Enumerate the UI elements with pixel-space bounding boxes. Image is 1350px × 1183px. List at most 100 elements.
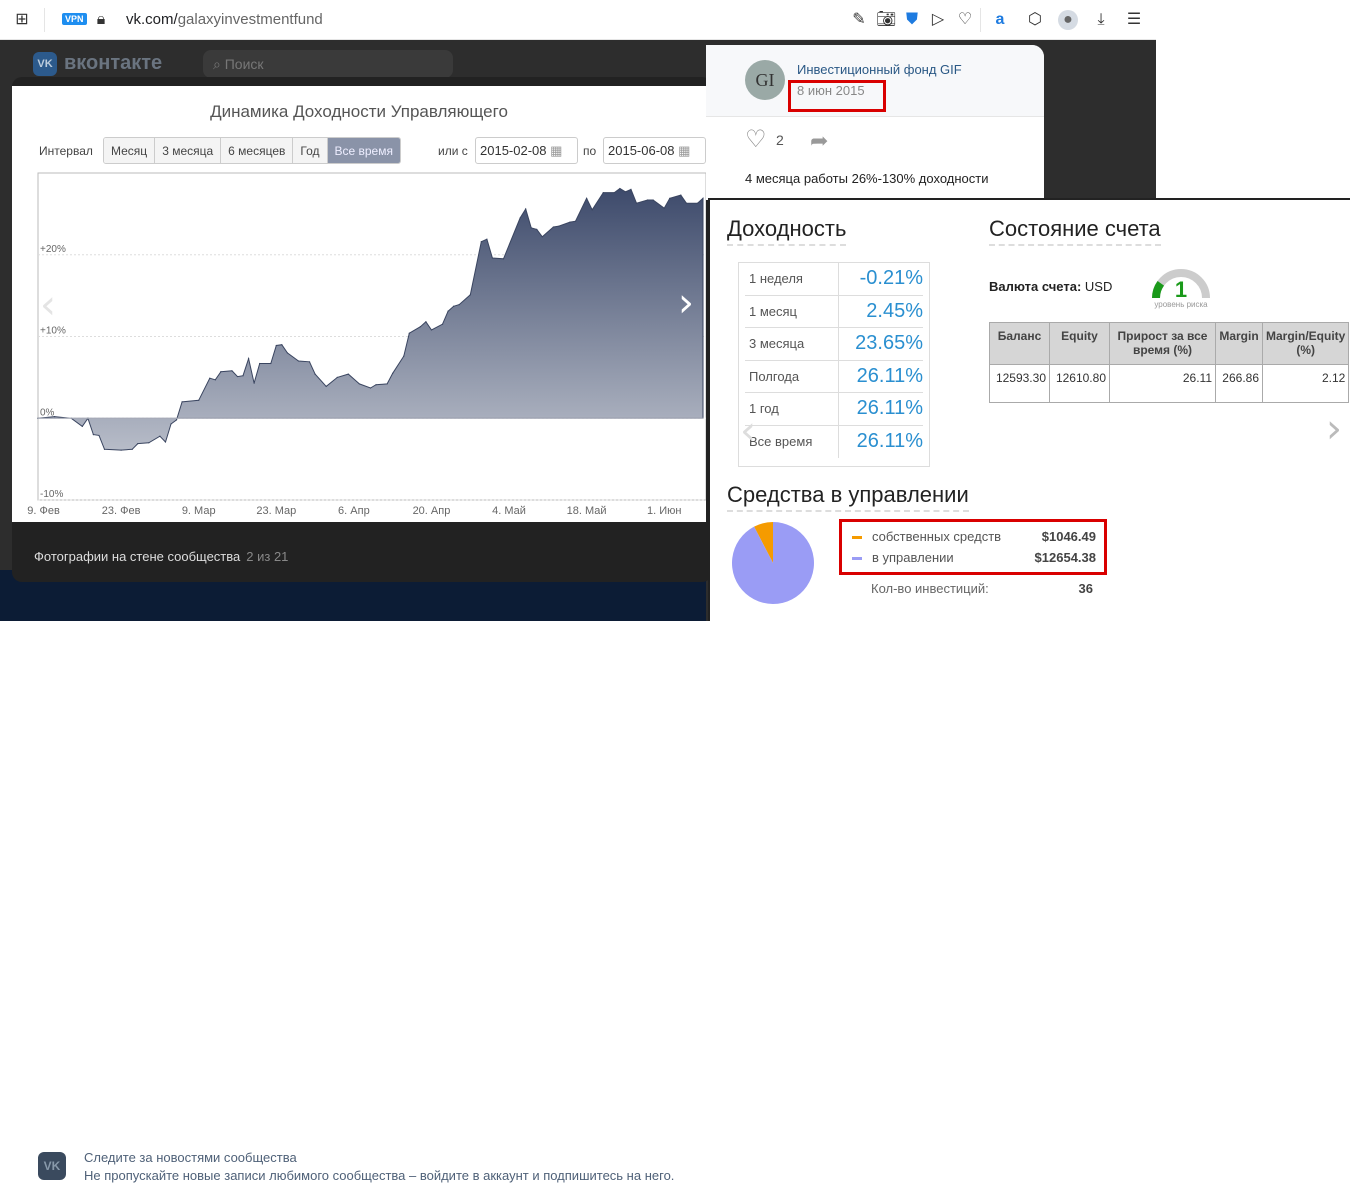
shield-check-icon[interactable]: ⛊	[902, 10, 922, 30]
data-point	[270, 362, 272, 365]
period-label: 1 месяц	[745, 295, 839, 327]
col-equity: Equity	[1049, 322, 1110, 365]
data-point	[164, 441, 167, 443]
y-tick-label: -10%	[40, 489, 63, 500]
data-point	[425, 321, 427, 323]
data-point	[574, 220, 577, 222]
period-label: 3 месяца	[745, 328, 839, 360]
returns-row: 1 месяц 2.45%	[745, 295, 923, 328]
highlight-box	[788, 80, 886, 112]
period-value: 26.11%	[856, 397, 923, 420]
share-arrow-icon[interactable]: ➦	[810, 128, 828, 154]
data-point	[120, 449, 122, 451]
data-point	[297, 360, 300, 362]
cube-icon[interactable]: ⬡	[1025, 10, 1045, 30]
data-point	[680, 194, 682, 196]
translate-icon[interactable]: a	[990, 10, 1010, 30]
currency-label: Валюта счета:	[989, 279, 1082, 294]
data-point	[702, 197, 704, 199]
investments-value: 36	[1078, 581, 1093, 596]
currency: Валюта счета: USD	[989, 279, 1112, 294]
lightbox-caption: Фотографии на стене сообщества 2 из 21	[34, 549, 288, 564]
data-point	[98, 434, 100, 437]
download-icon[interactable]: ⤓	[1091, 10, 1111, 30]
profile-avatar-icon[interactable]: ●	[1058, 10, 1078, 30]
legend-managed: в управлении $12654.38	[852, 550, 1096, 565]
data-point	[148, 442, 150, 444]
period-value: 2.45%	[866, 299, 923, 322]
like-count: 2	[776, 132, 784, 148]
data-point	[209, 377, 211, 379]
data-point	[519, 217, 521, 219]
data-point	[558, 225, 560, 227]
data-point	[308, 361, 311, 363]
x-tick-label: 1. Июн	[647, 505, 681, 517]
period-value: 26.11%	[856, 430, 923, 453]
data-point	[159, 435, 161, 437]
period-value: -0.21%	[859, 267, 923, 290]
data-point	[624, 191, 627, 193]
returns-title: Доходность	[727, 216, 847, 246]
legend-swatch	[852, 536, 862, 540]
data-point	[103, 448, 106, 450]
data-point	[259, 362, 261, 365]
period-label: 1 год	[745, 393, 839, 425]
banner-text: Не пропускайте новые записи любимого соо…	[84, 1168, 675, 1183]
period-label: 1 неделя	[745, 263, 839, 295]
data-point	[541, 236, 543, 238]
data-point	[253, 382, 255, 384]
data-point	[281, 344, 283, 346]
data-point	[646, 199, 649, 201]
legend-amount: $1046.49	[1041, 529, 1096, 544]
send-icon[interactable]: ▷	[928, 10, 948, 30]
account-title: Состояние счета	[989, 216, 1161, 246]
data-point	[591, 209, 593, 211]
data-point	[369, 387, 372, 389]
data-point	[569, 221, 571, 223]
data-point	[453, 305, 455, 307]
prev-chevron-icon[interactable]: ‹	[740, 408, 756, 454]
like-heart-icon[interactable]: ♡	[745, 127, 767, 153]
cell-growth: 26.11	[1109, 364, 1216, 403]
data-point	[54, 416, 56, 418]
edit-page-icon[interactable]: ✎	[849, 10, 869, 30]
data-point	[175, 419, 178, 421]
settings-sliders-icon[interactable]: ☰	[1124, 10, 1144, 30]
data-point	[458, 304, 460, 306]
data-point	[536, 228, 538, 231]
camera-icon[interactable]: 📷︎	[876, 10, 896, 30]
x-tick-label: 18. Май	[567, 505, 607, 517]
returns-table: 1 неделя -0.21% 1 месяц 2.45% 3 месяца 23.6…	[738, 262, 930, 467]
data-point	[358, 383, 361, 385]
banner-title: Следите за новостями сообщества	[84, 1150, 297, 1165]
data-point	[502, 258, 505, 260]
data-point	[652, 199, 654, 201]
next-photo-chevron-icon[interactable]: ›	[678, 280, 694, 326]
legend-amount: $12654.38	[1034, 550, 1096, 565]
cell-margin-equity: 2.12	[1261, 364, 1350, 403]
data-point	[419, 326, 421, 328]
investments-label: Кол-во инвестиций:	[871, 581, 989, 596]
data-point	[403, 355, 405, 357]
table-header-row: Баланс Equity Прирост за все время (%) M…	[989, 322, 1350, 365]
risk-label: уровень риска	[1154, 300, 1208, 309]
returns-row: Все время 26.11%	[745, 425, 923, 458]
data-point	[392, 372, 394, 374]
period-label: Полгода	[745, 360, 839, 392]
cell-margin: 266.86	[1215, 364, 1263, 403]
returns-row: 1 неделя -0.21%	[745, 263, 923, 296]
post-author[interactable]: Инвестиционный фонд GIF	[797, 62, 962, 77]
next-chevron-icon[interactable]: ›	[1326, 406, 1342, 452]
funds-title: Средства в управлении	[727, 482, 969, 512]
period-value: 26.11%	[856, 364, 923, 387]
heart-icon[interactable]: ♡	[955, 10, 975, 30]
data-point	[81, 425, 83, 428]
caption-text[interactable]: Фотографии на стене сообщества	[34, 549, 240, 564]
data-point	[408, 332, 410, 334]
community-avatar[interactable]: GI	[745, 60, 785, 100]
data-point	[181, 401, 183, 403]
data-point	[696, 202, 699, 204]
prev-photo-chevron-icon[interactable]: ‹	[40, 282, 56, 328]
data-point	[430, 329, 433, 331]
col-margin: Margin	[1215, 322, 1263, 365]
